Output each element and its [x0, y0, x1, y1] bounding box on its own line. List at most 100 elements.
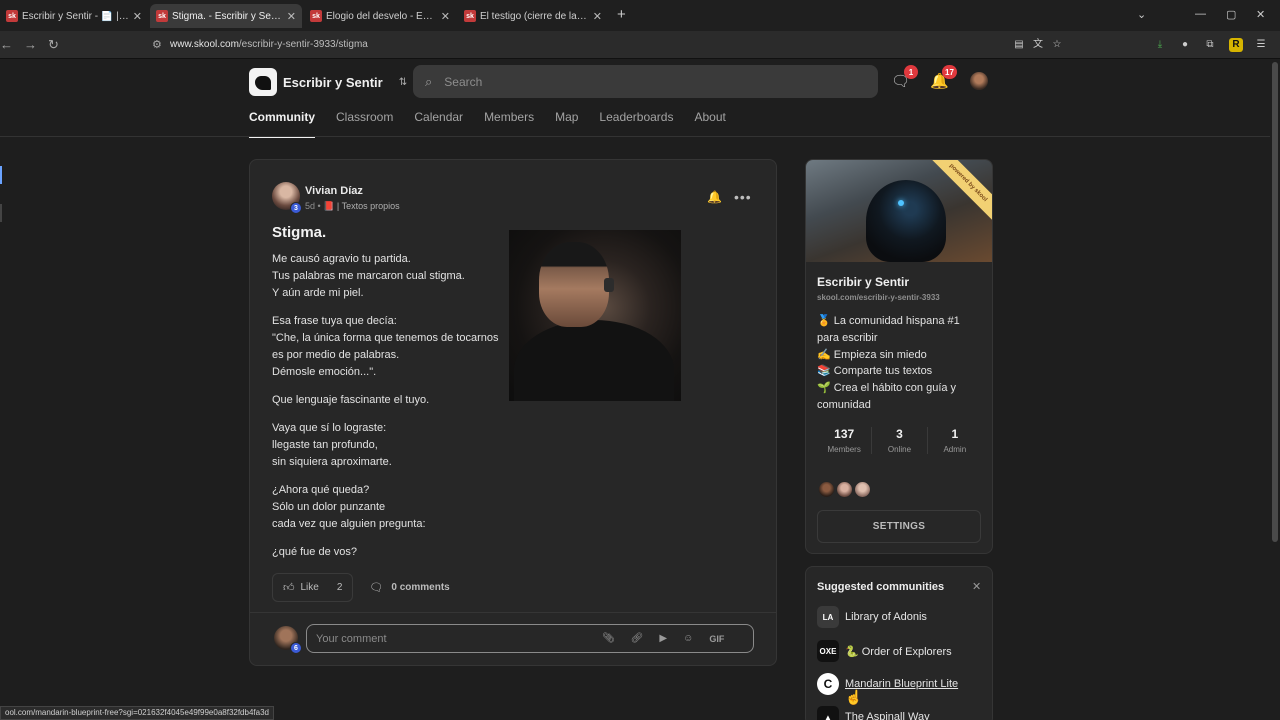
author-name[interactable]: Vivian Díaz — [305, 185, 363, 197]
tab-list-chevron-icon[interactable]: ⌄ — [1137, 8, 1146, 21]
user-avatar[interactable] — [970, 72, 988, 90]
member-avatar[interactable] — [854, 481, 871, 498]
gif-button[interactable]: GIF — [709, 634, 724, 644]
new-tab-icon[interactable]: + — [617, 6, 626, 23]
suggested-communities: Suggested communities ✕ LA Library of Ad… — [805, 566, 993, 720]
stat-members[interactable]: 137 Members — [817, 427, 873, 454]
follow-bell-icon[interactable]: 🔔 — [707, 190, 722, 204]
tab-about[interactable]: About — [694, 110, 725, 138]
extensions-puzzle-icon[interactable]: ⧉ — [1203, 38, 1217, 52]
tab-classroom[interactable]: Classroom — [336, 110, 393, 138]
stat-label: Members — [827, 445, 861, 454]
browser-tab-bar: sk Escribir y Sentir - 📄 | Textos pr ✕ s… — [0, 0, 1280, 31]
close-tab-icon[interactable]: ✕ — [133, 10, 142, 23]
page-scrollbar[interactable] — [1272, 62, 1278, 542]
post-stanza: Vaya que sí lo lograste: llegaste tan pr… — [272, 422, 392, 468]
thumbs-up-icon: 👍︎ — [283, 582, 295, 594]
close-tab-icon[interactable]: ✕ — [287, 10, 296, 23]
group-name: Escribir y Sentir — [283, 74, 383, 90]
comment-bubble-icon: 🗨 — [369, 582, 384, 594]
like-button[interactable]: 👍︎ Like 2 — [272, 573, 354, 602]
search-input[interactable] — [444, 74, 845, 89]
comment-input[interactable] — [316, 632, 596, 645]
extension-r-icon[interactable]: R — [1229, 38, 1243, 52]
post-image[interactable] — [509, 230, 681, 401]
browser-tab[interactable]: sk Elogio del desvelo - Escribir y Se ✕ — [304, 4, 456, 28]
post-category[interactable]: 📕 | Textos propios — [323, 201, 399, 211]
stat-online[interactable]: 3 Online — [872, 427, 928, 454]
link-icon[interactable]: 🔗︎ — [631, 633, 644, 644]
comment-box[interactable]: 📎︎ 🔗︎ ▶ ☺ GIF — [306, 624, 754, 653]
close-icon[interactable]: ✕ — [972, 580, 981, 593]
like-count[interactable]: 2 — [337, 582, 343, 593]
more-options-icon[interactable]: ••• — [734, 189, 752, 205]
stat-admin[interactable]: 1 Admin — [928, 427, 982, 454]
search-bar[interactable]: ⌕ — [413, 65, 878, 98]
url-domain: www.skool.com — [170, 39, 239, 50]
member-avatar[interactable] — [818, 481, 835, 498]
cover-raven-eye — [898, 200, 904, 206]
attach-icon[interactable]: 📎︎ — [602, 633, 615, 644]
community-nav: Community Classroom Calendar Members Map… — [249, 110, 747, 138]
reader-icon[interactable]: ▤ — [1012, 38, 1026, 52]
cover-raven — [866, 180, 946, 262]
comments-link[interactable]: 🗨 0 comments — [369, 581, 449, 594]
tab-title: Escribir y Sentir - 📄 | Textos pr — [22, 10, 129, 22]
browser-tab-active[interactable]: sk Stigma. - Escribir y Sentir ✕ — [150, 4, 302, 28]
settings-button[interactable]: SETTINGS — [817, 510, 981, 543]
like-label: Like — [300, 582, 319, 593]
minimize-icon[interactable]: — — [1195, 8, 1206, 20]
tab-title: El testigo (cierre de la saga de ⌐ — [480, 10, 589, 22]
community-name: The Aspinall Way — [845, 711, 930, 720]
translate-icon[interactable]: 文 — [1031, 38, 1045, 52]
suggested-item[interactable]: ▲ The Aspinall Way — [817, 706, 930, 720]
close-window-icon[interactable]: ✕ — [1256, 8, 1265, 21]
tab-map[interactable]: Map — [555, 110, 578, 138]
suggested-item[interactable]: LA Library of Adonis — [817, 606, 927, 628]
post-stanza: Esa frase tuya que decía: "Che, la única… — [272, 315, 499, 378]
browser-tab[interactable]: sk Escribir y Sentir - 📄 | Textos pr ✕ — [0, 4, 148, 28]
group-logo — [249, 68, 277, 96]
photo-person — [539, 242, 609, 327]
my-level-badge: 6 — [290, 642, 302, 654]
extension-icon[interactable]: ● — [1178, 38, 1192, 52]
tab-calendar[interactable]: Calendar — [414, 110, 463, 138]
maximize-icon[interactable]: ▢ — [1226, 8, 1236, 21]
tab-community[interactable]: Community — [249, 110, 315, 138]
community-name: Library of Adonis — [845, 611, 927, 623]
tab-leaderboards[interactable]: Leaderboards — [599, 110, 673, 138]
skool-favicon-icon: sk — [310, 10, 322, 22]
back-icon[interactable]: ← — [0, 37, 13, 52]
switch-group-chevron-icon: ⇅ — [398, 76, 408, 88]
url-field[interactable]: www.skool.com/escribir-y-sentir-3933/sti… — [170, 39, 368, 50]
post-time: 5d • — [305, 201, 321, 211]
description-line: 📚 Comparte tus textos — [817, 365, 933, 378]
community-icon: OXE — [817, 640, 839, 662]
browser-menu-icon[interactable]: ☰ — [1254, 38, 1268, 52]
group-switcher[interactable]: Escribir y Sentir ⇅ — [249, 68, 407, 96]
post-stanza: ¿qué fue de vos? — [272, 546, 358, 558]
close-tab-icon[interactable]: ✕ — [593, 10, 602, 23]
download-icon[interactable]: ⤓ — [1153, 38, 1167, 52]
forward-icon[interactable]: → — [24, 37, 37, 52]
member-avatar[interactable] — [836, 481, 853, 498]
stat-label: Online — [887, 445, 912, 454]
suggested-item[interactable]: OXE 🐍 Order of Explorers — [817, 640, 952, 662]
site-info-icon[interactable]: ⚙ — [152, 38, 162, 51]
group-card: powered by skool Escribir y Sentir skool… — [805, 159, 993, 554]
close-tab-icon[interactable]: ✕ — [441, 10, 450, 23]
group-card-url: skool.com/escribir-y-sentir-3933 — [817, 293, 940, 302]
tab-members[interactable]: Members — [484, 110, 534, 138]
bookmark-star-icon[interactable]: ☆ — [1050, 38, 1064, 52]
video-icon[interactable]: ▶ — [659, 633, 667, 644]
emoji-icon[interactable]: ☺ — [683, 633, 693, 644]
post-stanza: Me causó agravio tu partida. Tus palabra… — [272, 253, 465, 299]
suggested-item[interactable]: C Mandarin Blueprint Lite — [817, 673, 958, 695]
comments-count: 0 comments — [391, 582, 450, 593]
author-level-badge: 3 — [290, 202, 302, 214]
community-name: 🐍 Order of Explorers — [845, 645, 952, 658]
suggested-title: Suggested communities — [817, 581, 945, 593]
reload-icon[interactable]: ↻ — [48, 37, 59, 53]
browser-tab[interactable]: sk El testigo (cierre de la saga de ⌐ ✕ — [458, 4, 608, 28]
community-icon: C — [817, 673, 839, 695]
